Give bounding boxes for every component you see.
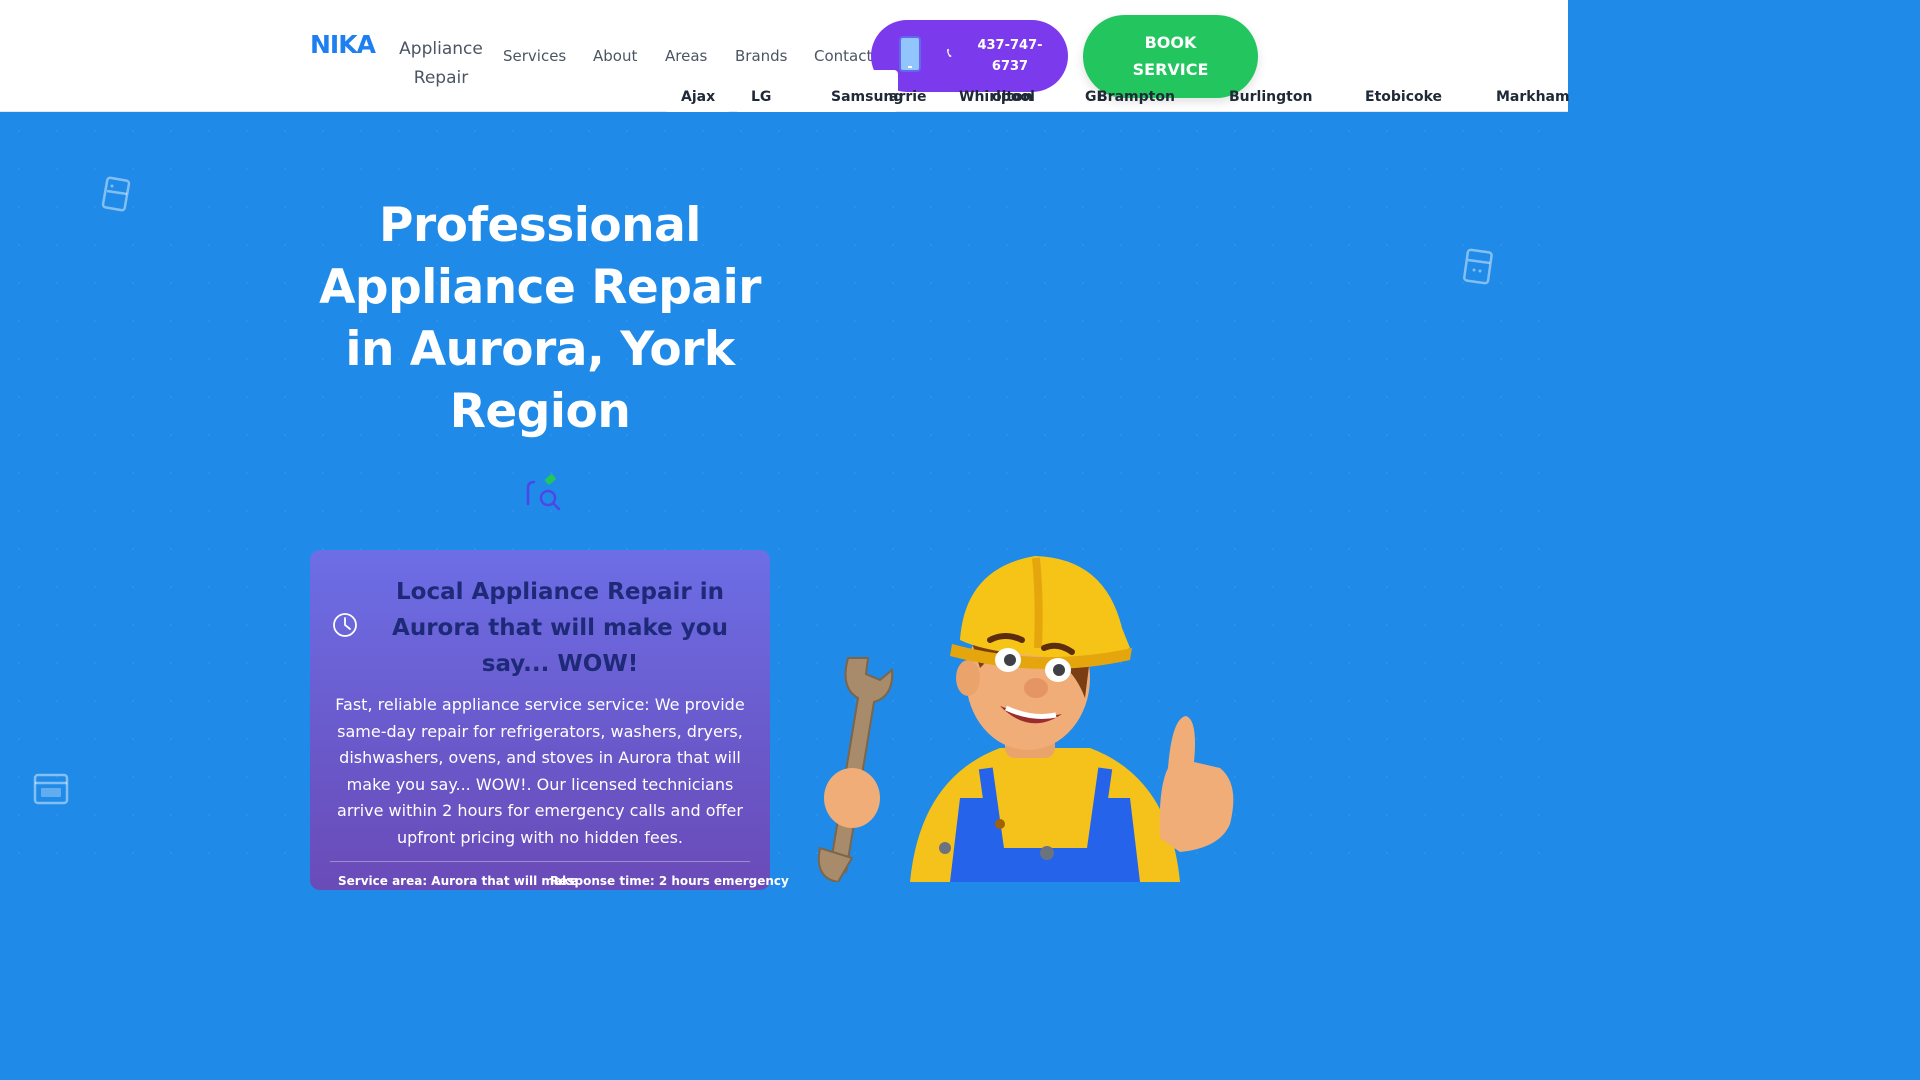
phone-number: 437-747- 6737 xyxy=(975,35,1045,77)
nav-contact[interactable]: Contact xyxy=(814,47,872,65)
card-description: Fast, reliable appliance service service… xyxy=(335,695,745,847)
brand-name-line1: Appliance xyxy=(399,39,483,59)
brand-name[interactable]: Appliance Repair xyxy=(396,35,486,93)
card-divider xyxy=(330,861,750,862)
oven-icon xyxy=(33,773,69,805)
book-service-line1: BOOK xyxy=(1144,33,1197,52)
nav-areas[interactable]: Areas xyxy=(665,47,707,65)
service-area-label: Service area: Aurora that will make xyxy=(338,874,578,888)
nav-brands[interactable]: Brands xyxy=(735,47,788,65)
response-time-label: Response time: 2 hours emergency xyxy=(550,874,789,888)
dropdown-area-burlington[interactable]: Burlington xyxy=(1229,89,1312,105)
phone-icon: 📞︎ xyxy=(947,46,952,61)
clock-icon xyxy=(333,613,357,637)
smartphone-icon xyxy=(899,36,921,72)
wrench-icon xyxy=(828,657,894,874)
fridge-icon xyxy=(101,176,131,212)
hero-background-pattern xyxy=(0,112,1568,882)
dropdown-area-barrie[interactable]: arrie xyxy=(889,89,927,105)
nav-services[interactable]: Services xyxy=(503,47,566,65)
dropdown-area-markham[interactable]: Markham xyxy=(1496,89,1570,105)
tools-search-icon xyxy=(526,474,561,511)
dropdown-brand-lg[interactable]: LG xyxy=(751,89,771,105)
book-service-line2: SERVICE xyxy=(1132,60,1209,79)
phone-call-button[interactable]: 📞︎ 437-747- 6737 xyxy=(871,20,1068,92)
dropdown-area-brampton[interactable]: Brampton xyxy=(1097,89,1175,105)
card-title: Local Appliance Repair in Aurora that wi… xyxy=(392,579,728,677)
nav-about[interactable]: About xyxy=(593,47,637,65)
book-service-button[interactable]: BOOK SERVICE xyxy=(1083,15,1258,98)
mascot-hard-hat xyxy=(960,556,1130,659)
dropdown-area-ajax[interactable]: Ajax xyxy=(681,89,715,105)
brand-name-line2: Repair xyxy=(413,68,469,88)
dropdown-area-etobicoke[interactable]: Etobicoke xyxy=(1365,89,1442,105)
dishwasher-icon xyxy=(1463,248,1493,285)
local-repair-card: Local Appliance Repair in Aurora that wi… xyxy=(310,550,789,890)
site-logo[interactable]: NIKA xyxy=(310,30,376,59)
phone-number-line2: 6737 xyxy=(991,59,1029,74)
phone-number-line1: 437-747- xyxy=(977,38,1043,53)
dropdown-area-bolton[interactable]: olton xyxy=(992,89,1033,105)
repairman-mascot-illustration xyxy=(817,556,1234,882)
hero-title: Professional Appliance Repair in Aurora,… xyxy=(319,198,761,439)
thumbs-up-hand xyxy=(1159,716,1234,852)
